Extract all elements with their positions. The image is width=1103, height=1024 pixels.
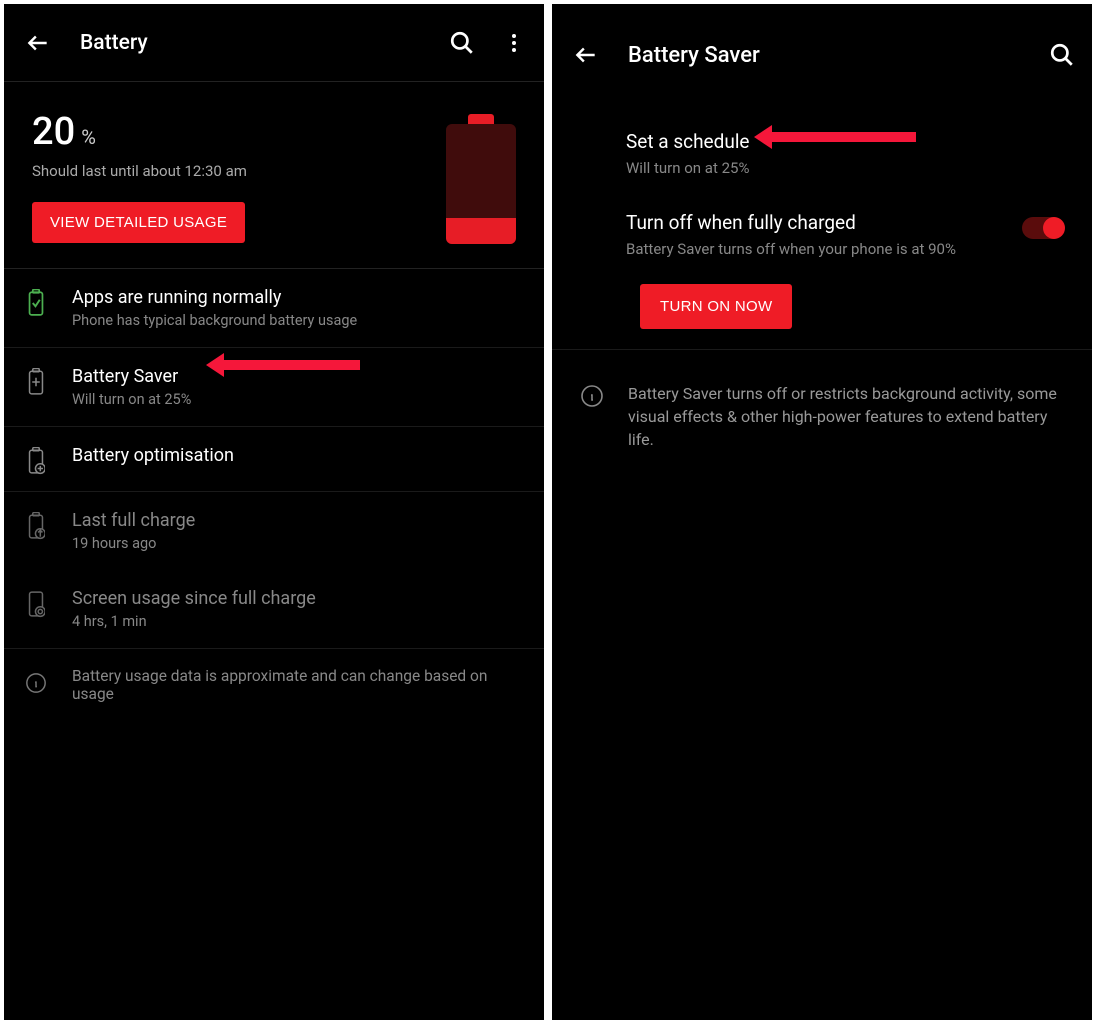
battery-summary: 20 % Should last until about 12:30 am VI… (4, 82, 544, 269)
back-button[interactable] (20, 25, 56, 61)
page-title: Battery (80, 31, 448, 55)
last-full-charge-item: Last full charge 19 hours ago (4, 492, 544, 570)
annotation-arrow (222, 360, 360, 370)
usage-disclaimer-item: Battery usage data is approximate and ca… (4, 649, 544, 721)
list-item-title: Battery usage data is approximate and ca… (72, 667, 524, 703)
battery-charge-icon (27, 512, 45, 540)
battery-saver-item[interactable]: Battery Saver Will turn on at 25% (4, 348, 544, 427)
annotation-arrow (770, 132, 916, 142)
info-icon (25, 672, 47, 694)
list-item-sub: 19 hours ago (72, 535, 524, 552)
battery-level-icon (446, 114, 516, 244)
list-item-title: Last full charge (72, 510, 524, 531)
list-item-title: Apps are running normally (72, 287, 524, 308)
fully-charged-title: Turn off when fully charged (626, 211, 1010, 234)
search-button[interactable] (1048, 41, 1076, 69)
list-item-sub: Will turn on at 25% (72, 391, 524, 408)
turn-on-now-button[interactable]: TURN ON NOW (640, 284, 792, 329)
fully-charged-switch[interactable] (1022, 217, 1064, 239)
battery-estimate: Should last until about 12:30 am (32, 162, 426, 180)
list-item-title: Battery optimisation (72, 445, 524, 466)
battery-saver-screen: Battery Saver Set a schedule Will turn o… (552, 4, 1092, 1020)
header: Battery (4, 4, 544, 82)
more-vert-icon (502, 31, 526, 55)
list-item-sub: Phone has typical background battery usa… (72, 312, 524, 329)
battery-optimisation-item[interactable]: Battery optimisation (4, 427, 544, 492)
battery-percent: 20 (32, 110, 75, 154)
search-icon (1049, 42, 1075, 68)
view-detailed-usage-button[interactable]: VIEW DETAILED USAGE (32, 202, 245, 243)
info-icon (580, 384, 604, 408)
set-schedule-item[interactable]: Set a schedule Will turn on at 25% (552, 106, 1092, 199)
page-title: Battery Saver (628, 43, 1048, 68)
back-arrow-icon (573, 42, 599, 68)
fully-charged-sub: Battery Saver turns off when your phone … (626, 240, 1010, 258)
header: Battery Saver (552, 4, 1092, 106)
list-item-sub: 4 hrs, 1 min (72, 613, 524, 630)
battery-summary-text: 20 % Should last until about 12:30 am VI… (32, 110, 426, 243)
battery-saver-icon (27, 368, 45, 396)
device-icon (27, 590, 45, 618)
screen-usage-item: Screen usage since full charge 4 hrs, 1 … (4, 570, 544, 649)
header-actions (448, 29, 528, 57)
search-button[interactable] (448, 29, 476, 57)
schedule-sub: Will turn on at 25% (626, 159, 1064, 177)
apps-running-item[interactable]: Apps are running normally Phone has typi… (4, 269, 544, 348)
back-button[interactable] (568, 37, 604, 73)
list-item-title: Screen usage since full charge (72, 588, 524, 609)
overflow-menu-button[interactable] (500, 29, 528, 57)
battery-optimisation-icon (27, 447, 45, 475)
battery-ok-icon (27, 289, 45, 317)
fully-charged-toggle-item[interactable]: Turn off when fully charged Battery Save… (552, 199, 1092, 270)
search-icon (449, 30, 475, 56)
percent-sign: % (81, 125, 96, 149)
switch-knob (1043, 217, 1065, 239)
info-block: Battery Saver turns off or restricts bac… (552, 349, 1092, 484)
info-text: Battery Saver turns off or restricts bac… (628, 382, 1064, 452)
battery-screen: Battery 20 % Should last until about 12:… (4, 4, 544, 1020)
back-arrow-icon (25, 30, 51, 56)
